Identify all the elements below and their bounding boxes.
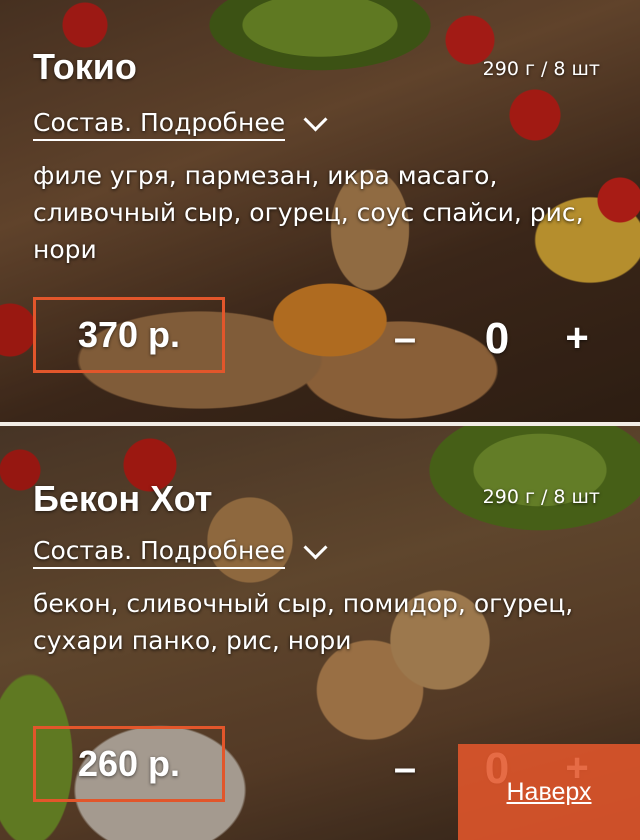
product-card: Токио 290 г / 8 шт Состав. Подробнее фил… [0,0,640,422]
details-toggle[interactable]: Состав. Подробнее [33,535,328,569]
product-ingredients: филе угря, пармезан, икра масаго, сливоч… [33,161,584,264]
decrease-quantity-button[interactable]: – [385,746,425,791]
product-title: Токио [33,46,137,87]
increase-quantity-button[interactable]: + [557,316,597,361]
scroll-to-top-label: Наверх [506,777,592,806]
scroll-to-top-button[interactable]: Наверх [458,744,640,840]
details-toggle[interactable]: Состав. Подробнее [33,107,328,141]
details-label: Состав. Подробнее [33,108,286,141]
product-price: 260 р. [77,743,181,784]
product-weight: 290 г / 8 шт [482,58,600,80]
decrease-quantity-button[interactable]: – [385,316,425,361]
product-title: Бекон Хот [33,478,213,519]
chevron-down-icon [303,535,328,560]
product-weight: 290 г / 8 шт [482,486,600,508]
price-box: 370 р. [33,297,225,373]
quantity-value: 0 [484,314,510,363]
chevron-down-icon [303,107,328,132]
product-ingredients: бекон, сливочный сыр, помидор, огурец, с… [33,589,574,655]
details-label: Состав. Подробнее [33,536,286,569]
product-price: 370 р. [77,314,181,355]
price-box: 260 р. [33,726,225,802]
